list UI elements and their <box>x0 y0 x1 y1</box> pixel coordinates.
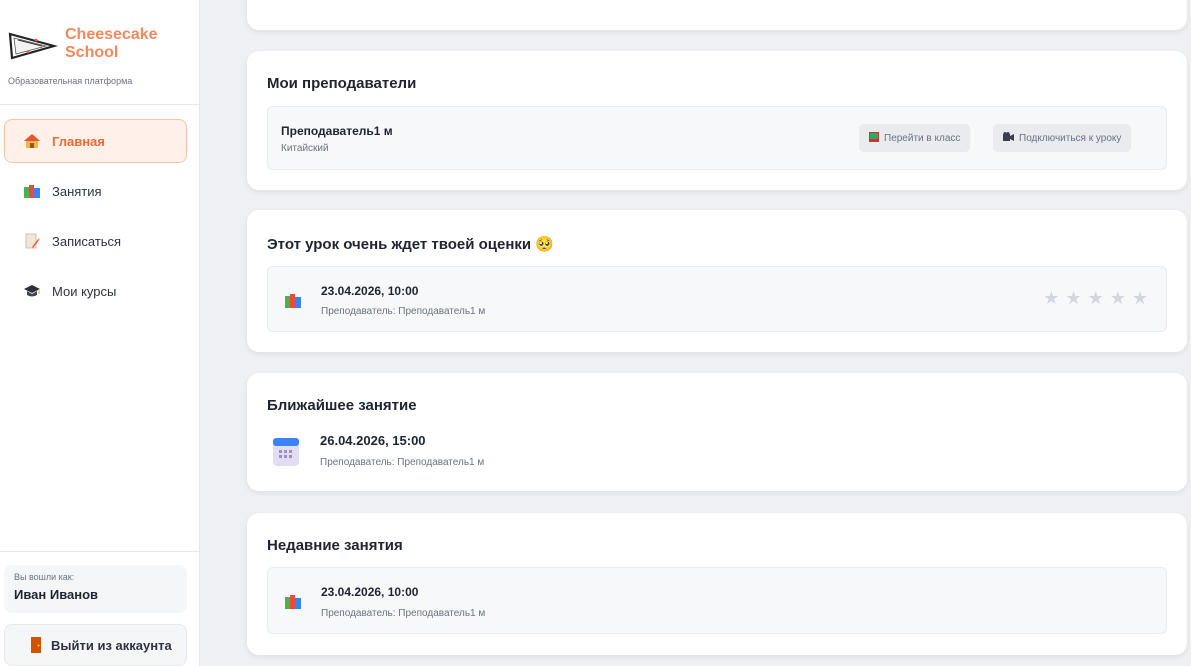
brand-name: Cheesecake School <box>65 26 158 61</box>
next-lesson-teacher: Преподаватель: Преподаватель1 м <box>320 457 485 468</box>
teachers-card: Мои преподаватели Преподаватель1 м Китай… <box>247 51 1187 190</box>
next-lesson-card: Ближайшее занятие 26.04.2026, 15:00 Преп… <box>247 373 1187 491</box>
door-icon <box>31 637 41 653</box>
sidebar-item-lessons[interactable]: Занятия <box>4 169 187 213</box>
calendar-icon <box>273 436 299 471</box>
goto-class-button[interactable]: Перейти в класс <box>859 124 971 152</box>
logout-button[interactable]: Выйти из аккаунта <box>4 624 187 666</box>
divider <box>0 551 200 552</box>
brand-subtitle: Образовательная платформа <box>8 76 133 86</box>
star-icon[interactable]: ★ <box>1065 289 1081 307</box>
rate-title: Этот урок очень ждет твоей оценки 🥺 <box>267 235 554 253</box>
rating-stars: ★ ★ ★ ★ ★ <box>1037 289 1148 307</box>
rate-title-text: Этот урок очень ждет твоей оценки <box>267 236 532 253</box>
star-icon[interactable]: ★ <box>1110 289 1126 307</box>
sidebar-nav: Главная Занятия Записаться Мои курсы <box>4 119 187 319</box>
lesson-date: 23.04.2026, 10:00 <box>321 284 419 298</box>
sidebar-item-label: Записаться <box>52 233 122 249</box>
user-name: Иван Иванов <box>14 587 99 602</box>
rate-lesson-card: Этот урок очень ждет твоей оценки 🥺 23.0… <box>247 210 1187 352</box>
teachers-title: Мои преподаватели <box>267 75 417 92</box>
books-icon <box>21 184 43 198</box>
divider <box>0 104 200 105</box>
home-icon <box>21 133 43 149</box>
star-icon[interactable]: ★ <box>1088 289 1104 307</box>
lesson-teacher: Преподаватель: Преподаватель1 м <box>321 306 486 317</box>
recent-title: Недавние занятия <box>267 537 403 554</box>
sidebar-item-label: Занятия <box>52 183 102 199</box>
sidebar-item-label: Главная <box>52 133 105 149</box>
pleading-face-icon: 🥺 <box>535 236 555 253</box>
star-icon[interactable]: ★ <box>1043 289 1059 307</box>
next-lesson-date: 26.04.2026, 15:00 <box>320 433 426 448</box>
teacher-subject: Китайский <box>281 143 329 154</box>
cheesecake-logo-icon <box>8 32 58 60</box>
recent-lessons-card: Недавние занятия 23.04.2026, 10:00 Препо… <box>247 513 1187 655</box>
logged-in-label: Вы вошли как: <box>14 572 75 582</box>
teacher-name: Преподаватель1 м <box>281 124 393 138</box>
books-icon <box>284 592 302 615</box>
signup-icon <box>21 233 43 249</box>
recent-lesson-date: 23.04.2026, 10:00 <box>321 585 419 599</box>
sidebar-item-label: Мои курсы <box>52 283 117 299</box>
recent-lesson-row[interactable]: 23.04.2026, 10:00 Преподаватель: Препода… <box>267 567 1167 634</box>
video-camera-icon <box>1003 132 1014 144</box>
sidebar-item-signup[interactable]: Записаться <box>4 219 187 263</box>
join-lesson-label: Подключиться к уроку <box>1019 132 1122 144</box>
goto-class-label: Перейти в класс <box>884 132 961 144</box>
recent-lesson-teacher: Преподаватель: Преподаватель1 м <box>321 608 486 619</box>
sidebar-item-courses[interactable]: Мои курсы <box>4 269 187 313</box>
logout-label: Выйти из аккаунта <box>51 637 172 653</box>
classroom-icon <box>869 131 879 145</box>
rate-lesson-row: 23.04.2026, 10:00 Преподаватель: Препода… <box>267 266 1167 332</box>
sidebar: Cheesecake School Образовательная платфо… <box>0 0 200 666</box>
user-card: Вы вошли как: Иван Иванов <box>4 565 187 613</box>
star-icon[interactable]: ★ <box>1132 289 1148 307</box>
top-card <box>247 0 1187 30</box>
books-icon <box>284 291 302 314</box>
next-lesson-title: Ближайшее занятие <box>267 397 417 414</box>
graduation-cap-icon <box>21 284 43 298</box>
join-lesson-button[interactable]: Подключиться к уроку <box>993 124 1132 152</box>
sidebar-item-home[interactable]: Главная <box>4 119 187 163</box>
teacher-row: Преподаватель1 м Китайский Перейти в кла… <box>267 106 1167 170</box>
